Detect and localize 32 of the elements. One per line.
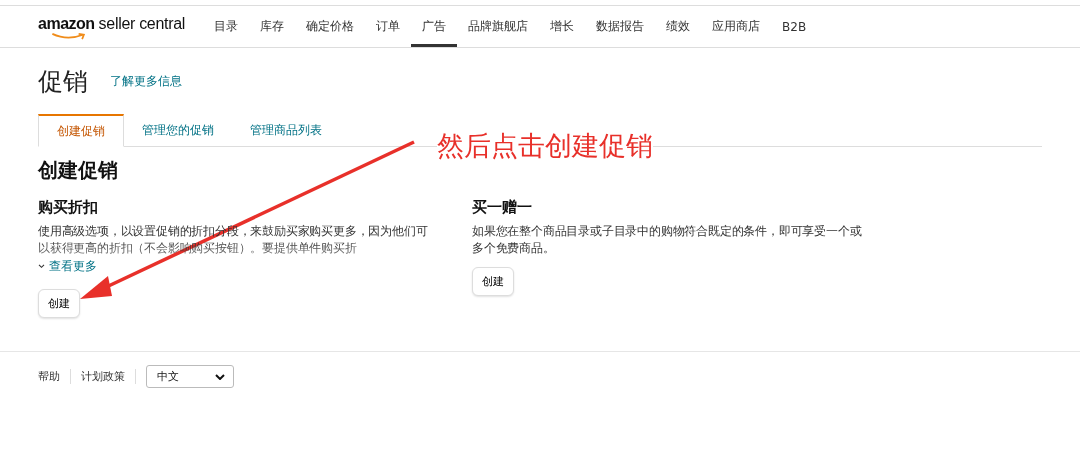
create-button[interactable]: 创建	[38, 289, 80, 318]
promotion-title: 买一赠一	[472, 198, 533, 217]
tab[interactable]: 管理您的促销	[124, 114, 232, 146]
learn-more-link[interactable]: 了解更多信息	[110, 72, 182, 90]
nav-tab[interactable]: 应用商店	[701, 6, 772, 47]
dropdown-chevron-icon	[215, 373, 225, 380]
page-title: 促销	[38, 65, 88, 98]
tab[interactable]: 管理商品列表	[232, 114, 340, 146]
language-select[interactable]: 中文	[146, 365, 234, 388]
create-button[interactable]: 创建	[472, 267, 514, 296]
promotion-title: 购买折扣	[38, 198, 99, 217]
nav-tab[interactable]: 品牌旗舰店	[457, 6, 540, 47]
section-heading: 创建促销	[38, 157, 119, 184]
promotion-description: 如果您在整个商品目录或子目录中的购物符合既定的条件，即可享受一个或多个免费商品。	[472, 223, 863, 257]
nav-tab[interactable]: 广告	[411, 6, 458, 47]
nav-tab[interactable]: 增长	[539, 6, 586, 47]
see-more-link[interactable]: 查看更多	[38, 258, 434, 275]
nav-tab[interactable]: B2B	[771, 6, 818, 47]
nav-tab[interactable]: 订单	[365, 6, 412, 47]
footer-link[interactable]: 计划政策	[81, 369, 136, 384]
footer-link[interactable]: 帮助	[38, 369, 71, 384]
nav-tab[interactable]: 绩效	[655, 6, 702, 47]
nav-tab[interactable]: 目录	[203, 6, 250, 47]
logo-product: seller central	[98, 14, 186, 33]
see-more-label[interactable]: 查看更多	[49, 258, 97, 275]
nav-tab[interactable]: 确定价格	[295, 6, 366, 47]
logo-brand: amazon	[38, 14, 95, 33]
nav-tab[interactable]: 库存	[249, 6, 296, 47]
tab[interactable]: 创建促销	[38, 114, 124, 147]
smile-icon	[50, 32, 88, 40]
nav-tab[interactable]: 数据报告	[585, 6, 656, 47]
chevron-icon	[38, 264, 45, 269]
